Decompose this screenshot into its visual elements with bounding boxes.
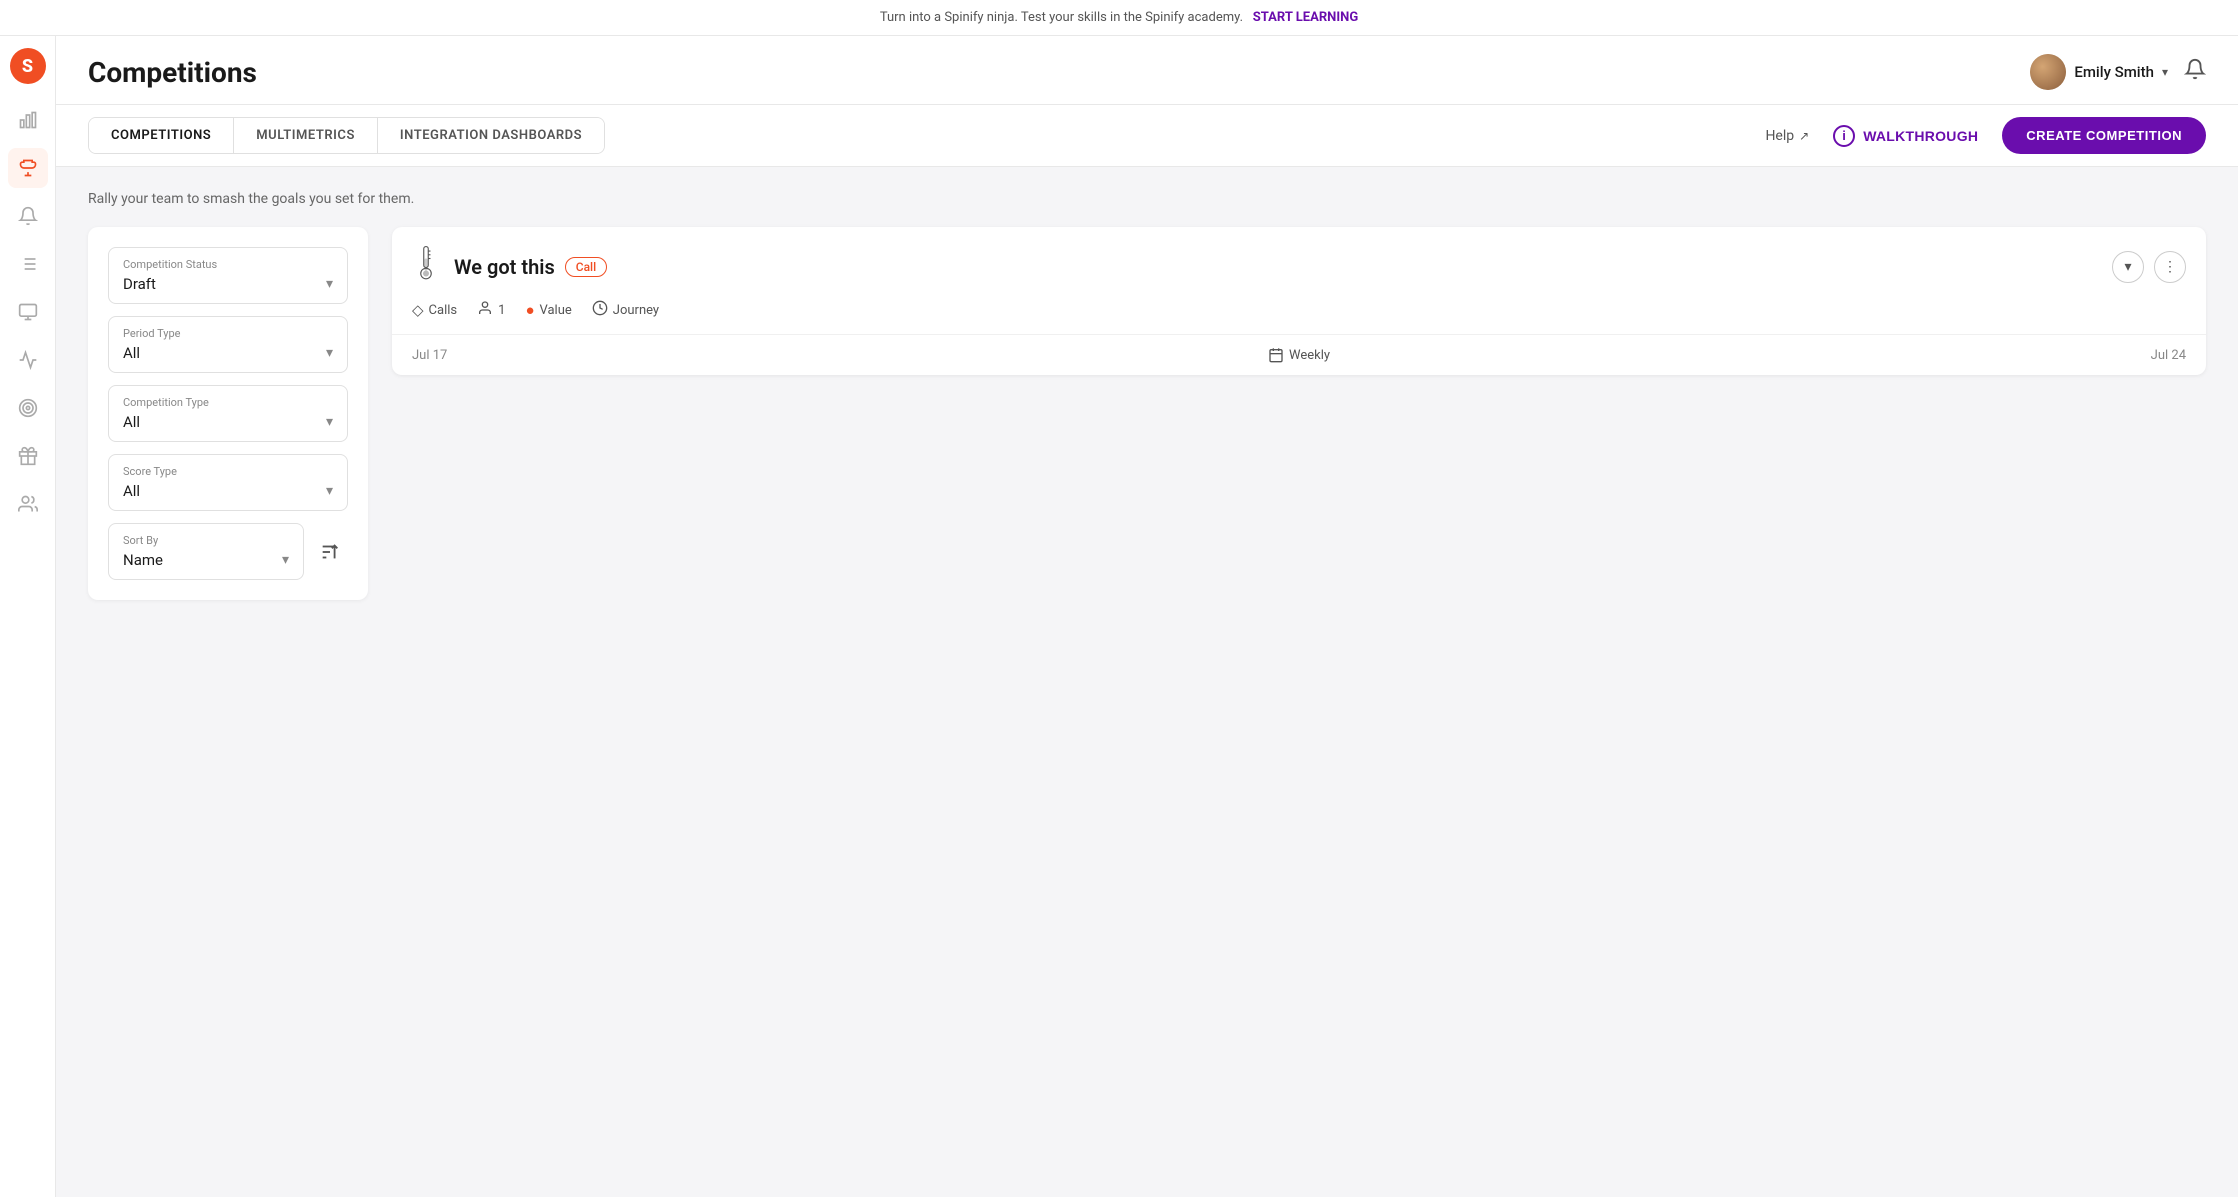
expand-button[interactable]: ▾: [2112, 251, 2144, 283]
score-type-label: Score Type: [123, 465, 333, 478]
sidebar-item-competitions[interactable]: [8, 148, 48, 188]
competition-list: We got this Call ▾ ⋮ ◇ Calls: [392, 227, 2206, 375]
competition-badge: Call: [565, 257, 607, 277]
meta-calls: ◇ Calls: [412, 301, 457, 319]
top-banner: Turn into a Spinify ninja. Test your ski…: [0, 0, 2238, 36]
tabs-container: COMPETITIONS MULTIMETRICS INTEGRATION DA…: [88, 117, 605, 154]
tagline: Rally your team to smash the goals you s…: [88, 191, 2206, 207]
competition-card: We got this Call ▾ ⋮ ◇ Calls: [392, 227, 2206, 375]
sidebar-logo[interactable]: S: [10, 48, 46, 84]
period-type-value: All: [123, 344, 140, 362]
user-name: Emily Smith: [2074, 63, 2154, 81]
sidebar-item-users[interactable]: [8, 484, 48, 524]
user-menu[interactable]: Emily Smith ▾: [2030, 54, 2168, 90]
tab-multimetrics[interactable]: MULTIMETRICS: [234, 118, 378, 153]
create-competition-button[interactable]: CREATE COMPETITION: [2002, 117, 2206, 154]
score-type-filter[interactable]: Score Type All ▾: [108, 454, 348, 511]
competition-title: We got this: [454, 255, 555, 279]
value-dot-icon: ●: [525, 301, 534, 319]
period-type-chevron-icon: ▾: [326, 345, 333, 361]
meta-value-label: Value: [540, 303, 572, 318]
card-dates: Jul 17 Weekly Jul 24: [392, 335, 2206, 375]
meta-count: 1: [498, 303, 505, 318]
meta-value: ● Value: [525, 301, 571, 319]
participants-icon: [477, 300, 493, 320]
period-label: Weekly: [1289, 348, 1330, 363]
meta-journey: Journey: [592, 300, 659, 320]
competition-status-chevron-icon: ▾: [326, 276, 333, 292]
competition-type-label: Competition Type: [123, 396, 333, 409]
main-content: Rally your team to smash the goals you s…: [56, 167, 2238, 1197]
card-title-area: We got this Call: [454, 255, 2098, 279]
meta-participants: 1: [477, 300, 505, 320]
sidebar-item-targets[interactable]: [8, 388, 48, 428]
sidebar-item-reports[interactable]: [8, 340, 48, 380]
date-period: Weekly: [1268, 347, 1330, 363]
score-type-value: All: [123, 482, 140, 500]
competition-status-label: Competition Status: [123, 258, 333, 271]
sort-by-label: Sort By: [123, 534, 289, 547]
sidebar-item-rewards[interactable]: [8, 436, 48, 476]
user-chevron-icon: ▾: [2162, 65, 2168, 79]
help-label: Help: [1765, 128, 1794, 144]
external-link-icon: ↗: [1799, 129, 1809, 143]
period-type-filter[interactable]: Period Type All ▾: [108, 316, 348, 373]
page-header: Competitions Emily Smith ▾: [56, 36, 2238, 105]
tab-competitions[interactable]: COMPETITIONS: [89, 118, 234, 153]
sidebar-item-analytics[interactable]: [8, 100, 48, 140]
meta-journey-label: Journey: [613, 303, 659, 318]
start-learning-link[interactable]: START LEARNING: [1253, 10, 1358, 25]
sort-by-filter[interactable]: Sort By Name ▾: [108, 523, 304, 580]
avatar: [2030, 54, 2066, 90]
notification-bell-icon[interactable]: [2184, 58, 2206, 86]
sort-direction-button[interactable]: [312, 534, 348, 570]
more-options-button[interactable]: ⋮: [2154, 251, 2186, 283]
sort-by-value: Name: [123, 551, 163, 569]
sidebar-item-announcements[interactable]: [8, 196, 48, 236]
filter-panel: Competition Status Draft ▾ Period Type A…: [88, 227, 368, 600]
walkthrough-button[interactable]: i WALKTHROUGH: [1833, 125, 1978, 147]
tab-integration-dashboards[interactable]: INTEGRATION DASHBOARDS: [378, 118, 604, 153]
page-title: Competitions: [88, 56, 257, 89]
card-meta: ◇ Calls 1: [392, 300, 2206, 335]
sidebar: S: [0, 36, 56, 1197]
competition-status-filter[interactable]: Competition Status Draft ▾: [108, 247, 348, 304]
sort-by-chevron-icon: ▾: [282, 552, 289, 568]
sidebar-item-screens[interactable]: [8, 292, 48, 332]
sort-row: Sort By Name ▾: [108, 523, 348, 580]
competition-status-value: Draft: [123, 275, 156, 293]
period-type-label: Period Type: [123, 327, 333, 340]
competition-type-value: All: [123, 413, 140, 431]
score-type-chevron-icon: ▾: [326, 483, 333, 499]
card-actions: ▾ ⋮: [2112, 251, 2186, 283]
sub-header: COMPETITIONS MULTIMETRICS INTEGRATION DA…: [56, 105, 2238, 167]
competition-type-chevron-icon: ▾: [326, 414, 333, 430]
journey-icon: [592, 300, 608, 320]
help-link[interactable]: Help ↗: [1765, 128, 1809, 144]
walkthrough-info-icon: i: [1833, 125, 1855, 147]
competition-type-filter[interactable]: Competition Type All ▾: [108, 385, 348, 442]
calls-icon: ◇: [412, 301, 424, 319]
sidebar-item-feeds[interactable]: [8, 244, 48, 284]
date-end: Jul 24: [2151, 348, 2186, 363]
meta-calls-label: Calls: [429, 303, 458, 318]
banner-text: Turn into a Spinify ninja. Test your ski…: [880, 10, 1243, 25]
date-start: Jul 17: [412, 348, 447, 363]
thermometer-icon: [412, 245, 440, 288]
